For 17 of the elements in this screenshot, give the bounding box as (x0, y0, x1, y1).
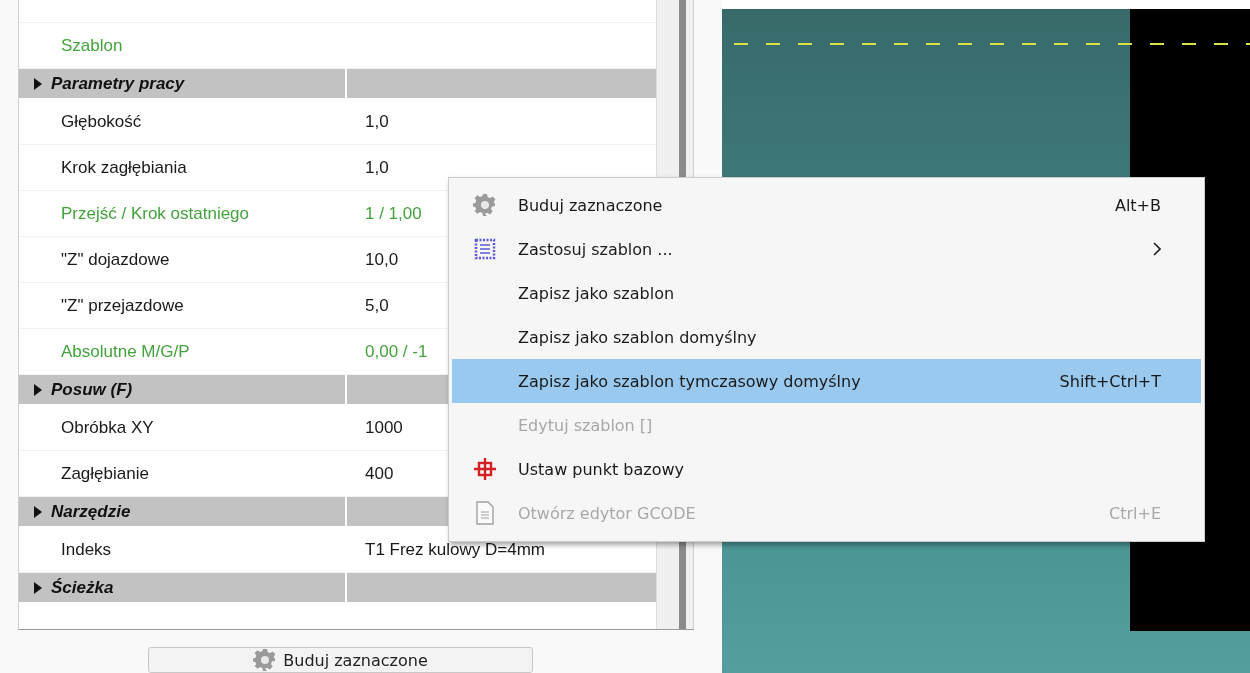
category-label: Parametry pracy (51, 73, 185, 94)
category-label: Ścieżka (51, 577, 114, 598)
category-label: Narzędzie (51, 501, 131, 522)
property-name: Indeks (60, 539, 113, 560)
property-name: "Z" przejazdowe (60, 295, 185, 316)
property-name: Przejść / Krok ostatniego (60, 203, 251, 224)
property-name: Absolutne M/G/P (60, 341, 191, 362)
shortcut-label: Ctrl+E (1109, 503, 1161, 523)
property-name: Krok zagłębiania (60, 157, 188, 178)
property-name: Zagłębianie (60, 463, 150, 484)
category-label: Posuw (F) (51, 379, 133, 400)
property-name: Szablon (60, 35, 124, 56)
property-name: "Z" dojazdowe (60, 249, 171, 270)
property-name: Obróbka XY (60, 417, 155, 438)
property-name: Głębokość (60, 111, 143, 132)
shortcut-label: Shift+Ctrl+T (1059, 371, 1161, 391)
shortcut-label: Alt+B (1114, 195, 1161, 215)
